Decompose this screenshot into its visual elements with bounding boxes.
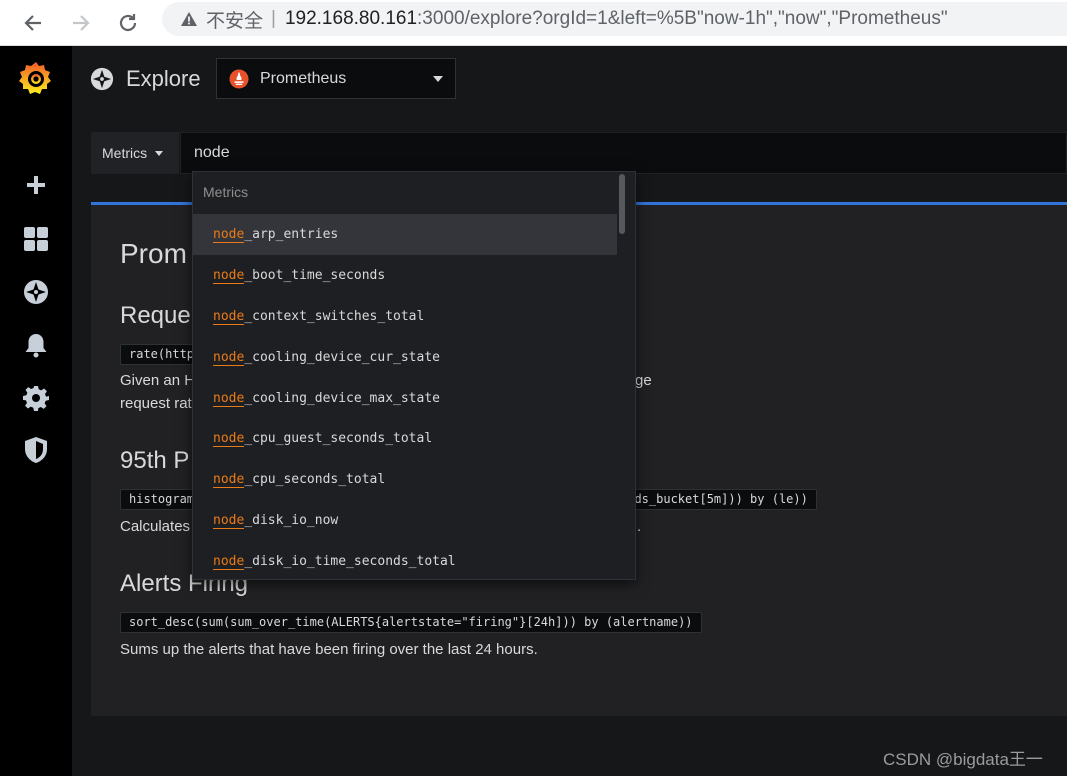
typeahead-item[interactable]: node _cpu_seconds_total xyxy=(193,459,617,500)
prometheus-logo-icon xyxy=(229,69,249,88)
gear-icon[interactable] xyxy=(20,382,52,414)
typeahead-item-suffix: _cpu_guest_seconds_total xyxy=(244,431,433,446)
typeahead-item-suffix: _boot_time_seconds xyxy=(244,268,386,283)
typeahead-item[interactable]: node _context_switches_total xyxy=(193,296,617,337)
section-description: request rat xyxy=(120,395,192,412)
watermark-text: CSDN @bigdata王一 xyxy=(883,750,1043,769)
typeahead-item[interactable]: node _cooling_device_cur_state xyxy=(193,337,617,378)
browser-toolbar: 不安全 | 192.168.80.161 :3000/explore?orgId… xyxy=(0,0,1067,46)
section-description: Sums up the alerts that have been firing… xyxy=(120,641,538,658)
metrics-button[interactable]: Metrics xyxy=(91,132,179,174)
match-highlight: node xyxy=(213,226,245,243)
match-highlight: node xyxy=(213,308,245,325)
forward-button[interactable] xyxy=(64,6,98,40)
warning-icon xyxy=(181,12,197,26)
typeahead-item-suffix: _cooling_device_cur_state xyxy=(244,350,440,365)
typeahead-item-suffix: _cpu_seconds_total xyxy=(244,472,386,487)
example-query-tail[interactable]: onds_bucket[5m])) by (le)) xyxy=(616,489,817,510)
back-arrow-icon xyxy=(24,15,41,31)
typeahead-item-suffix: _arp_entries xyxy=(244,227,339,242)
page-title-text: Explore xyxy=(126,66,201,91)
forward-arrow-icon xyxy=(73,15,90,31)
datasource-name: Prometheus xyxy=(260,69,347,87)
cheat-sheet-title: Prom xyxy=(120,238,187,269)
typeahead-dropdown: Metrics node _arp_entries node _boot_time_… xyxy=(192,171,636,580)
datasource-picker[interactable]: Prometheus xyxy=(216,58,456,99)
example-query[interactable]: sort_desc(sum(sum_over_time(ALERTS{alert… xyxy=(120,612,702,633)
match-highlight: node xyxy=(213,471,245,488)
typeahead-item[interactable]: node _boot_time_seconds xyxy=(193,255,617,296)
url-host: 192.168.80.161 xyxy=(284,8,418,29)
typeahead-item[interactable]: node _disk_io_now xyxy=(193,500,617,541)
example-query[interactable]: histogram xyxy=(120,489,204,510)
grafana-logo-icon[interactable] xyxy=(16,58,56,98)
match-highlight: node xyxy=(213,267,245,284)
reload-icon xyxy=(119,14,137,32)
typeahead-item-suffix: _context_switches_total xyxy=(244,309,425,324)
address-separator: | xyxy=(271,8,276,29)
explore-compass-icon xyxy=(90,67,114,91)
url-path: :3000/explore?orgId=1&left=%5B"now-1h","… xyxy=(417,8,948,29)
security-label: 不安全 xyxy=(206,10,264,32)
section-heading: 95th P xyxy=(120,447,190,474)
section-description-tail: ge xyxy=(635,372,652,389)
explore-compass-icon[interactable] xyxy=(20,276,52,308)
typeahead-item[interactable]: node _disk_io_time_seconds_total xyxy=(193,541,617,579)
side-menu xyxy=(0,46,72,776)
chevron-down-icon xyxy=(433,76,443,82)
match-highlight: node xyxy=(213,390,245,407)
page-title: Explore xyxy=(90,62,201,96)
typeahead-group-header: Metrics xyxy=(203,184,249,200)
typeahead-scrollbar[interactable] xyxy=(619,174,625,234)
section-description: Given an H xyxy=(120,372,196,389)
example-query[interactable]: rate(http xyxy=(120,344,204,365)
shield-icon[interactable] xyxy=(20,434,52,466)
typeahead-item[interactable]: node _cooling_device_max_state xyxy=(193,378,617,419)
typeahead-item-suffix: _cooling_device_max_state xyxy=(244,391,440,406)
query-text: node xyxy=(194,144,230,161)
match-highlight: node xyxy=(213,553,245,570)
typeahead-item[interactable]: node _cpu_guest_seconds_total xyxy=(193,418,617,459)
reload-button[interactable] xyxy=(111,6,145,40)
section-description: Calculates xyxy=(120,518,191,535)
match-highlight: node xyxy=(213,430,245,447)
typeahead-item-suffix: _disk_io_now xyxy=(244,513,339,528)
section-heading: Reque xyxy=(120,302,191,329)
typeahead-item[interactable]: node _arp_entries xyxy=(193,214,617,255)
section-description-tail: . xyxy=(637,518,642,535)
match-highlight: node xyxy=(213,349,245,366)
chevron-down-icon xyxy=(155,150,164,156)
address-bar[interactable]: 不安全 | 192.168.80.161 :3000/explore?orgId… xyxy=(162,2,1067,36)
match-highlight: node xyxy=(213,512,245,529)
alerting-bell-icon[interactable] xyxy=(20,329,52,361)
typeahead-item-suffix: _disk_io_time_seconds_total xyxy=(244,554,456,569)
metrics-button-label: Metrics xyxy=(102,145,148,161)
back-button[interactable] xyxy=(16,6,50,40)
query-input[interactable]: node xyxy=(180,132,1067,174)
plus-icon[interactable] xyxy=(20,169,52,201)
dashboards-icon[interactable] xyxy=(20,223,52,255)
